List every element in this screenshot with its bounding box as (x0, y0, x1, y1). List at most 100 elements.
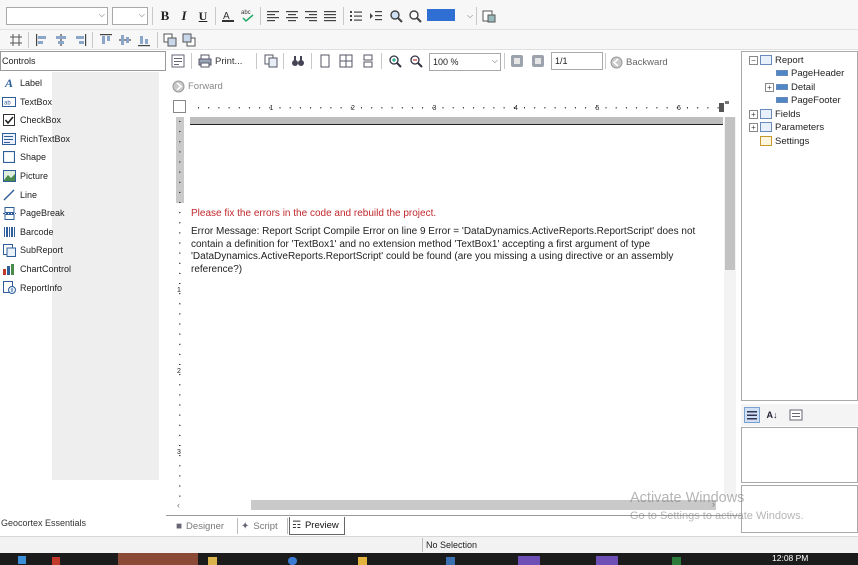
prev-page-icon[interactable] (509, 53, 525, 69)
forward-label: Forward (188, 80, 223, 92)
tab-preview-label: Preview (304, 520, 339, 531)
ruler-tick (330, 107, 332, 109)
control-item-pagebreak[interactable]: PageBreak (0, 204, 65, 222)
sort-alpha-icon[interactable]: A↓ (764, 407, 780, 423)
tab-script[interactable]: ✦ Script (241, 517, 278, 535)
align-left-icon[interactable] (265, 8, 281, 24)
align-justify-icon[interactable] (322, 8, 338, 24)
bullets-icon[interactable] (348, 8, 364, 24)
control-item-richtextbox[interactable]: RichTextBox (0, 130, 70, 148)
indent-icon[interactable] (368, 8, 384, 24)
control-item-reportinfo[interactable]: ReportInfo (0, 279, 62, 297)
font-name-combo[interactable]: ⌵ (6, 7, 108, 25)
tree-item-parameters[interactable]: + Parameters (749, 120, 824, 134)
control-item-line[interactable]: Line (0, 186, 37, 204)
backward-button[interactable]: Backward (610, 54, 668, 70)
tree-label: Parameters (775, 121, 825, 133)
taskbar-start-icon[interactable] (18, 556, 26, 564)
ruler-tick (564, 107, 566, 109)
replace-icon[interactable] (407, 8, 423, 24)
align-center-icon[interactable] (284, 8, 300, 24)
align-rights-icon[interactable] (72, 32, 88, 48)
align-middles-icon[interactable] (117, 32, 133, 48)
bold-button[interactable]: B (157, 8, 173, 24)
find-icon[interactable] (388, 8, 404, 24)
properties-description (741, 485, 858, 533)
taskbar-app-icon[interactable] (518, 556, 540, 565)
spellcheck-icon[interactable]: abc (240, 7, 256, 23)
tree-item-pagefooter[interactable]: PageFooter (765, 93, 841, 107)
toc-icon[interactable] (170, 53, 186, 69)
expand-icon[interactable]: + (749, 122, 758, 132)
single-page-icon[interactable] (317, 53, 333, 69)
style-icon[interactable] (481, 8, 497, 24)
tree-item-fields[interactable]: + Fields (749, 107, 800, 121)
tree-item-detail[interactable]: + Detail (765, 80, 815, 94)
control-item-chartcontrol[interactable]: ChartControl (0, 260, 71, 278)
taskbar-app-icon[interactable] (52, 557, 60, 565)
controls-footer-group[interactable]: Geocortex Essentials (0, 516, 166, 532)
snap-grid-icon[interactable] (8, 32, 24, 48)
scroll-left-icon[interactable]: ‹ (177, 500, 180, 510)
control-item-textbox[interactable]: ab TextBox (0, 93, 52, 111)
page-number-field[interactable]: 1/1 (551, 52, 603, 70)
zoom-out-icon[interactable] (408, 53, 424, 69)
tree-item-report[interactable]: − Report (749, 53, 804, 67)
toolbar-separator (476, 7, 477, 25)
control-item-label: ChartControl (20, 264, 72, 274)
collapse-icon[interactable]: − (749, 55, 758, 65)
zoom-in-icon[interactable] (387, 53, 403, 69)
control-item-label: CheckBox (20, 115, 62, 126)
align-right-icon[interactable] (303, 8, 319, 24)
tree-item-pageheader[interactable]: PageHeader (765, 66, 844, 80)
toolbar-separator (504, 53, 505, 69)
expand-icon[interactable]: + (765, 82, 774, 92)
italic-button[interactable]: I (176, 8, 192, 24)
align-bottoms-icon[interactable] (136, 32, 152, 48)
taskbar-app-icon[interactable] (672, 557, 681, 565)
taskbar-app-icon[interactable] (596, 556, 618, 565)
highlight-color-swatch[interactable] (427, 9, 455, 21)
font-size-combo[interactable]: ⌵ (112, 7, 148, 25)
align-lefts-icon[interactable] (34, 32, 50, 48)
vertical-scrollbar-thumb[interactable] (725, 117, 735, 270)
forward-button[interactable]: Forward (172, 78, 223, 94)
ruler-mark: 1 (177, 287, 181, 294)
send-to-back-icon[interactable] (181, 32, 197, 48)
align-centers-icon[interactable] (53, 32, 69, 48)
underline-button[interactable]: U (195, 8, 211, 24)
control-item-label[interactable]: A Label (0, 74, 42, 92)
control-item-label: Barcode (20, 226, 54, 237)
continuous-icon[interactable] (360, 53, 376, 69)
taskbar-app-icon[interactable] (358, 557, 367, 565)
ruler-tick (179, 131, 181, 133)
reportinfo-icon (2, 281, 16, 295)
control-item-shape[interactable]: Shape (0, 148, 46, 166)
next-page-icon[interactable] (530, 53, 546, 69)
page-top-band (190, 117, 723, 125)
control-item-subreport[interactable]: SubReport (0, 241, 63, 259)
control-item-checkbox[interactable]: CheckBox (0, 111, 61, 129)
zoom-combo[interactable]: 100 % ⌵ (429, 53, 501, 71)
taskbar-app-highlight[interactable] (118, 553, 198, 565)
bring-to-front-icon[interactable] (162, 32, 178, 48)
categorized-icon[interactable] (744, 407, 760, 423)
property-pages-icon[interactable] (788, 407, 804, 423)
print-button[interactable]: Print... (198, 53, 242, 69)
line-icon (2, 188, 16, 202)
multi-page-icon[interactable] (338, 53, 354, 69)
control-item-picture[interactable]: Picture (0, 167, 48, 185)
binoculars-icon[interactable] (290, 53, 306, 69)
control-item-barcode[interactable]: Barcode (0, 223, 54, 241)
taskbar-app-icon[interactable] (288, 557, 297, 565)
expand-icon[interactable]: + (749, 109, 758, 119)
tab-designer[interactable]: ■ Designer (176, 517, 224, 535)
copy-icon[interactable] (263, 53, 279, 69)
align-tops-icon[interactable] (98, 32, 114, 48)
font-color-icon[interactable]: A (220, 8, 236, 24)
toolbar-separator (28, 32, 29, 48)
tab-preview[interactable]: ☶ Preview (289, 517, 345, 535)
taskbar-app-icon[interactable] (446, 557, 455, 565)
taskbar-app-icon[interactable] (208, 557, 217, 565)
tree-item-settings[interactable]: Settings (749, 134, 809, 148)
